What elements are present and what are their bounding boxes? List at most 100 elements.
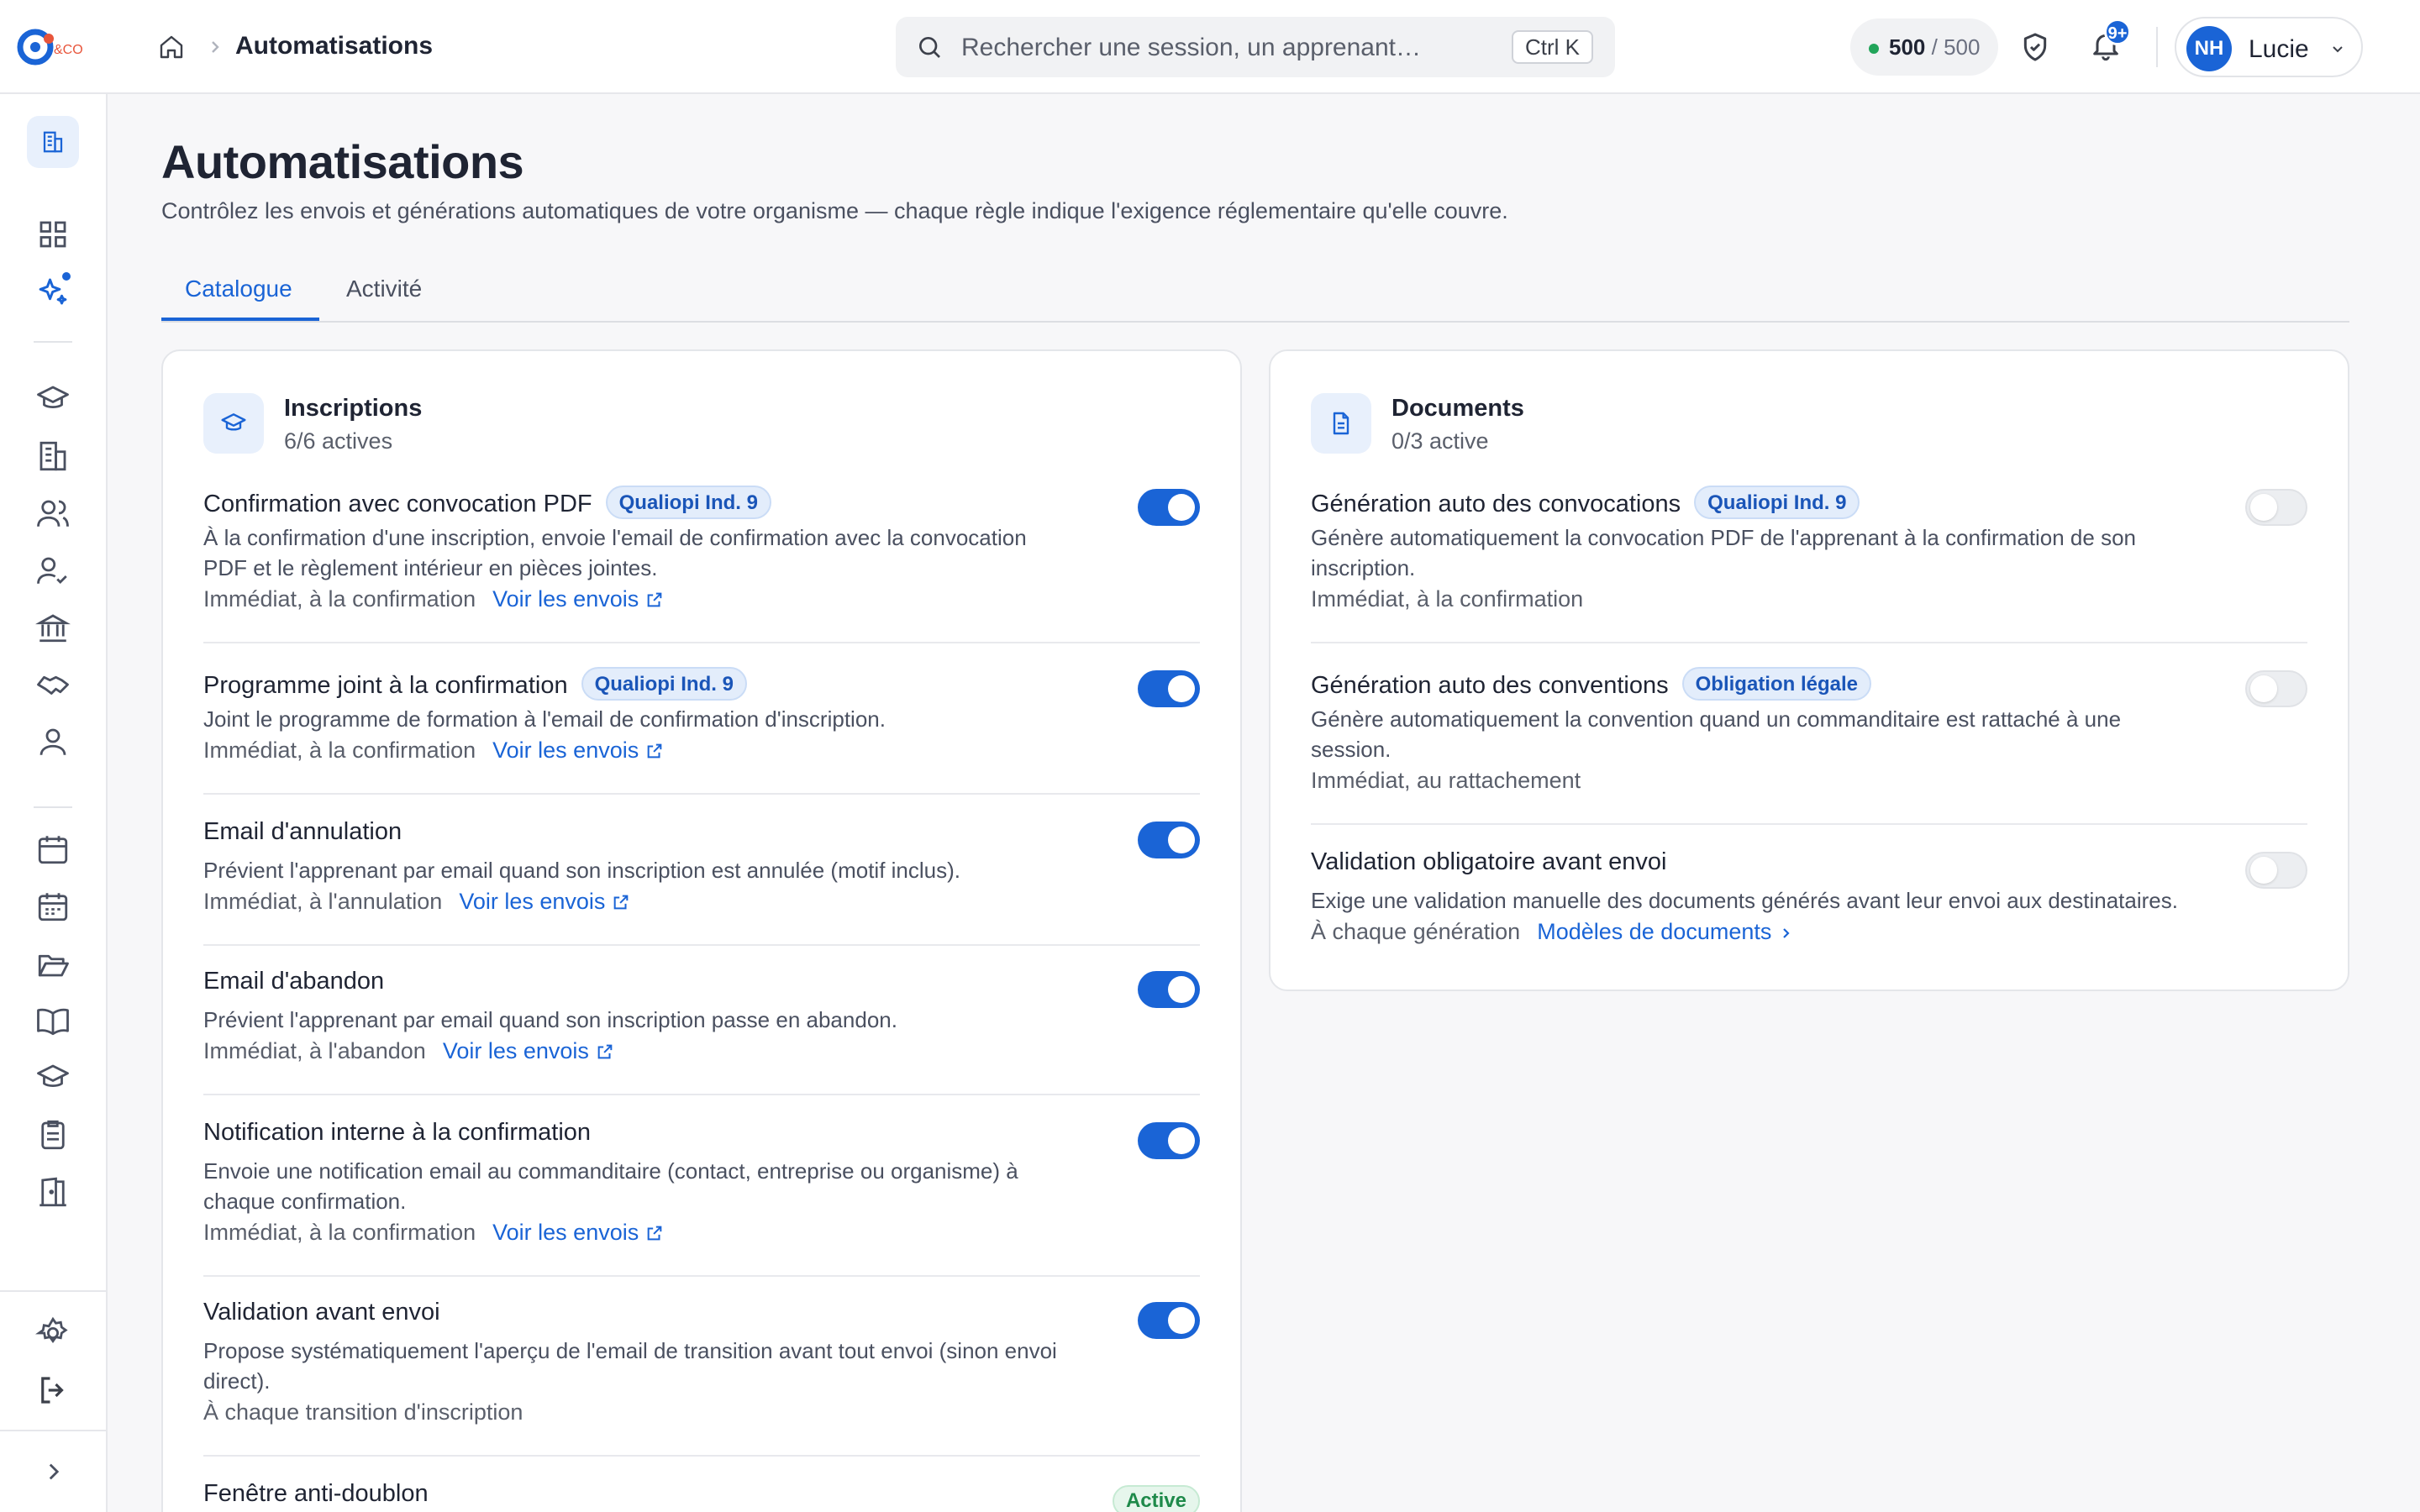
divider <box>1311 823 2307 825</box>
rule-toggle[interactable] <box>1138 670 1200 707</box>
sidebar-item-settings[interactable] <box>35 1315 71 1351</box>
sidebar-item-planning[interactable] <box>35 889 71 924</box>
status-badge: Active <box>1112 1485 1200 1512</box>
bank-icon <box>34 614 71 643</box>
user-menu[interactable]: NH Lucie <box>2175 17 2363 77</box>
card-inscriptions: Inscriptions 6/6 actives Confirmation av… <box>161 349 1242 1512</box>
user-check-icon <box>37 557 67 584</box>
regulation-tag: Obligation légale <box>1681 667 1871 701</box>
search-placeholder: Rechercher une session, un apprenant… <box>961 34 1422 61</box>
toggle-knob <box>1168 1307 1195 1334</box>
view-sends-link[interactable]: Voir les envois <box>492 1220 664 1245</box>
card-title: Documents <box>1392 395 1524 422</box>
rule-description: PDF et le règlement intérieur en pièces … <box>203 555 658 580</box>
rule-item: Programme joint à la confirmation Qualiop… <box>203 667 1200 795</box>
app-logo[interactable]: &CO <box>17 25 89 69</box>
rule-description: chaque confirmation. <box>203 1189 407 1214</box>
card-title: Inscriptions <box>284 395 423 422</box>
external-link-icon <box>647 743 662 759</box>
sidebar-divider <box>34 341 72 343</box>
rule-title: Fenêtre anti-doublon <box>203 1480 429 1507</box>
view-sends-link[interactable]: Voir les envois <box>443 1038 614 1063</box>
toggle-knob <box>1168 976 1195 1003</box>
rule-item: Confirmation avec convocation PDF Qualiop… <box>203 486 1200 643</box>
sidebar-item-calendrier[interactable] <box>35 832 71 867</box>
home-icon[interactable] <box>158 34 185 60</box>
view-sends-link[interactable]: Voir les envois <box>492 738 664 763</box>
rule-description: Propose systématiquement l'aperçu de l'e… <box>203 1338 1057 1363</box>
sidebar-expand-button[interactable] <box>42 1460 66 1483</box>
rule-title: Confirmation avec convocation PDF <box>203 491 592 517</box>
credits-used: 500 <box>1889 34 1926 60</box>
divider <box>203 793 1200 795</box>
divider <box>203 1094 1200 1095</box>
divider <box>203 1275 1200 1277</box>
rule-toggle[interactable] <box>1138 971 1200 1008</box>
sidebar-item-bibliotheque[interactable] <box>35 1003 71 1038</box>
automations-indicator-dot <box>60 270 72 282</box>
search-icon <box>916 34 943 60</box>
calendar-icon <box>38 836 68 864</box>
view-sends-link[interactable]: Voir les envois <box>492 586 664 612</box>
sidebar-divider <box>34 806 72 808</box>
credits-total: / 500 <box>1931 34 1981 60</box>
tab-catalogue[interactable]: Catalogue <box>185 276 292 302</box>
sidebar-item-organisation[interactable] <box>27 116 79 168</box>
sidebar-divider <box>0 1430 108 1431</box>
sidebar-item-certifications[interactable] <box>35 1060 71 1095</box>
rule-timing: Immédiat, à la confirmation <box>1311 586 1584 612</box>
rule-item: Fenêtre anti-doublon Active <box>203 1480 1200 1512</box>
building-icon <box>43 131 63 153</box>
rule-toggle[interactable] <box>2245 670 2307 707</box>
sidebar-item-partenaires[interactable] <box>35 667 71 702</box>
divider <box>203 642 1200 643</box>
document-templates-link[interactable]: Modèles de documents <box>1537 919 1795 944</box>
gear-icon <box>35 1316 68 1344</box>
card-documents: Documents 0/3 active Génération auto des… <box>1269 349 2349 991</box>
sidebar-item-evaluations[interactable] <box>35 1117 71 1152</box>
shield-check-icon[interactable] <box>2018 30 2052 64</box>
view-sends-link[interactable]: Voir les envois <box>459 889 630 914</box>
contacts-icon <box>39 728 66 755</box>
sidebar-item-financeurs[interactable] <box>34 610 71 645</box>
rule-title: Génération auto des conventions <box>1311 672 1669 699</box>
rule-toggle[interactable] <box>1138 822 1200 858</box>
sidebar-item-documents[interactable] <box>35 946 71 981</box>
sidebar-item-entreprises[interactable] <box>35 438 71 474</box>
active-tab-indicator <box>161 318 319 321</box>
page-subtitle: Contrôlez les envois et générations auto… <box>161 198 1508 223</box>
clipboard-icon <box>41 1120 65 1150</box>
rule-toggle[interactable] <box>1138 489 1200 526</box>
rule-item: Email d'annulation Prévient l'apprenant … <box>203 818 1200 946</box>
sidebar-item-apprenants[interactable] <box>35 496 71 531</box>
sidebar-item-contacts[interactable] <box>35 724 71 759</box>
rule-toggle[interactable] <box>2245 489 2307 526</box>
sidebar-item-formateurs[interactable] <box>35 553 71 588</box>
rule-item: Validation avant envoi Propose systémati… <box>203 1299 1200 1457</box>
rule-title: Validation avant envoi <box>203 1299 440 1326</box>
breadcrumb-current: Automatisations <box>235 32 434 60</box>
search-input[interactable]: Rechercher une session, un apprenant… Ct… <box>896 17 1615 77</box>
rule-toggle[interactable] <box>1138 1122 1200 1159</box>
regulation-tag: Qualiopi Ind. 9 <box>605 486 771 519</box>
card-icon-box <box>1311 393 1371 454</box>
rule-description: inscription. <box>1311 555 1416 580</box>
divider <box>2156 27 2158 67</box>
tab-activite[interactable]: Activité <box>346 276 422 302</box>
users-icon <box>37 500 69 527</box>
status-dot <box>1869 44 1879 54</box>
rule-description: Envoie une notification email au command… <box>203 1158 1018 1184</box>
sidebar-item-logout[interactable] <box>35 1373 71 1408</box>
active-count: 6/6 actives <box>284 428 393 454</box>
rule-toggle[interactable] <box>1138 1302 1200 1339</box>
toggle-knob <box>1168 827 1195 853</box>
logout-icon <box>41 1377 64 1404</box>
rule-timing: Immédiat, au rattachement <box>1311 768 1581 793</box>
credits-counter[interactable]: 500 / 500 <box>1850 18 1998 76</box>
rule-description: session. <box>1311 737 1392 762</box>
sidebar-item-dashboard[interactable] <box>35 217 71 252</box>
graduation-cap-icon <box>37 1064 69 1088</box>
sidebar-item-formations[interactable] <box>35 381 71 417</box>
sidebar-item-salles[interactable] <box>35 1174 71 1210</box>
rule-toggle[interactable] <box>2245 852 2307 889</box>
